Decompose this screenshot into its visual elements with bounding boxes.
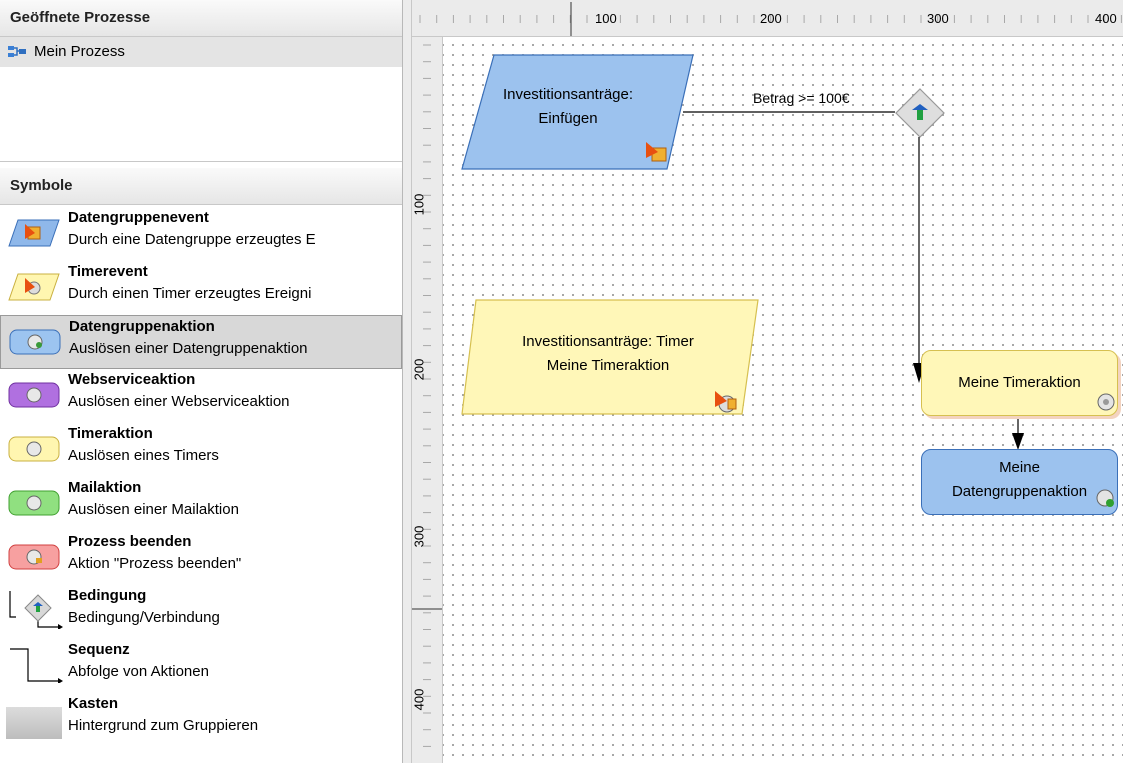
datagroup-event-text: Investitionsanträge: Einfügen [478, 83, 658, 131]
symbol-title: Mailaktion [68, 479, 142, 496]
symbol-title: Sequenz [68, 641, 130, 658]
ruler-label-y300: 300 [411, 525, 427, 548]
open-processes-header: Geöffnete Prozesse [0, 0, 402, 37]
timer-event-icon [8, 273, 60, 301]
datagroup-action-icon [1096, 489, 1114, 507]
ruler-label-y400: 400 [411, 688, 427, 711]
symbol-list: Datengruppenevent Durch eine Datengruppe… [0, 207, 402, 747]
datagroup-action-line2: Datengruppenaktion [951, 483, 1088, 500]
ruler-label-x100: 100 [595, 11, 617, 26]
symbol-desc: Bedingung/Verbindung [68, 609, 220, 626]
symbol-desc: Abfolge von Aktionen [68, 663, 209, 680]
symbol-title: Webserviceaktion [68, 371, 196, 388]
timer-event-line2: Meine Timeraktion [546, 357, 670, 374]
symbol-condition[interactable]: Bedingung Bedingung/Verbindung [0, 585, 402, 639]
panel-splitter[interactable] [403, 0, 412, 763]
vertical-ruler-ticks [412, 44, 442, 747]
box-icon [6, 707, 62, 739]
horizontal-ruler: 100 200 300 400 [412, 0, 1123, 37]
open-process-label: Mein Prozess [34, 43, 125, 60]
ruler-label-x300: 300 [927, 11, 949, 26]
symbol-desc: Auslösen eines Timers [68, 447, 219, 464]
webservice-action-icon [8, 382, 60, 408]
condition-label: Betrag >= 100€ [753, 90, 850, 106]
left-panel: Geöffnete Prozesse Mein Prozess Symbole … [0, 0, 403, 763]
ruler-label-x200: 200 [760, 11, 782, 26]
symbol-desc: Durch eine Datengruppe erzeugtes E [68, 231, 316, 248]
symbol-desc: Aktion "Prozess beenden" [68, 555, 242, 572]
symbol-desc: Auslösen einer Webserviceaktion [68, 393, 290, 410]
symbol-title: Prozess beenden [68, 533, 192, 550]
symbol-timer-event[interactable]: Timerevent Durch einen Timer erzeugtes E… [0, 261, 402, 315]
datagroup-action-text: Meine Datengruppenaktion [921, 456, 1118, 504]
symbol-sequence[interactable]: Sequenz Abfolge von Aktionen [0, 639, 402, 693]
symbol-title: Kasten [68, 695, 119, 712]
symbol-title: Timeraktion [68, 425, 153, 442]
process-canvas[interactable]: Investitionsanträge: Einfügen Betrag >= … [443, 37, 1123, 763]
symbol-webservice-action[interactable]: Webserviceaktion Auslösen einer Webservi… [0, 369, 402, 423]
datagroup-event-icon [8, 219, 60, 247]
symbols-header: Symbole [0, 168, 402, 205]
ruler-label-x400: 400 [1095, 11, 1117, 26]
mail-action-icon [8, 490, 60, 516]
datagroup-action-icon [9, 329, 61, 355]
datagroup-event-icon [646, 142, 667, 162]
symbol-title: Datengruppenaktion [69, 318, 215, 335]
ruler-label-y200: 200 [411, 358, 427, 381]
timer-event-icon [715, 391, 737, 413]
symbol-datagroup-action[interactable]: Datengruppenaktion Auslösen einer Dateng… [0, 315, 402, 369]
symbol-desc: Auslösen einer Mailaktion [68, 501, 239, 518]
datagroup-action-line1: Meine [999, 459, 1040, 476]
symbol-end-process[interactable]: Prozess beenden Aktion "Prozess beenden" [0, 531, 402, 585]
symbol-datagroup-event[interactable]: Datengruppenevent Durch eine Datengruppe… [0, 207, 402, 261]
symbol-mail-action[interactable]: Mailaktion Auslösen einer Mailaktion [0, 477, 402, 531]
timer-action-icon [1097, 393, 1115, 411]
sequence-icon [10, 648, 63, 683]
symbol-title: Bedingung [68, 587, 147, 604]
process-tree-icon [8, 46, 26, 57]
symbol-box[interactable]: Kasten Hintergrund zum Gruppieren [0, 693, 402, 747]
vertical-ruler: 100 200 300 400 [411, 37, 443, 763]
timer-event-text: Investitionsanträge: Timer Meine Timerak… [478, 330, 738, 378]
timer-event-line1: Investitionsanträge: Timer [522, 333, 694, 350]
ruler-label-y100: 100 [411, 193, 427, 216]
symbol-title: Datengruppenevent [68, 209, 209, 226]
symbol-title: Timerevent [68, 263, 148, 280]
symbol-timer-action[interactable]: Timeraktion Auslösen eines Timers [0, 423, 402, 477]
symbol-desc: Durch einen Timer erzeugtes Ereigni [68, 285, 312, 302]
symbol-desc: Auslösen einer Datengruppenaktion [69, 340, 308, 357]
end-process-icon [8, 544, 60, 570]
open-process-item[interactable]: Mein Prozess [0, 37, 402, 67]
condition-icon [9, 591, 63, 629]
timer-action-icon [8, 436, 60, 462]
timer-action-label: Meine Timeraktion [958, 374, 1081, 391]
condition-node[interactable] [894, 87, 946, 139]
open-processes-list: Mein Prozess [0, 37, 402, 162]
datagroup-event-line1: Investitionsanträge: [502, 86, 634, 103]
symbol-desc: Hintergrund zum Gruppieren [68, 717, 259, 734]
datagroup-event-line2: Einfügen [538, 110, 598, 127]
